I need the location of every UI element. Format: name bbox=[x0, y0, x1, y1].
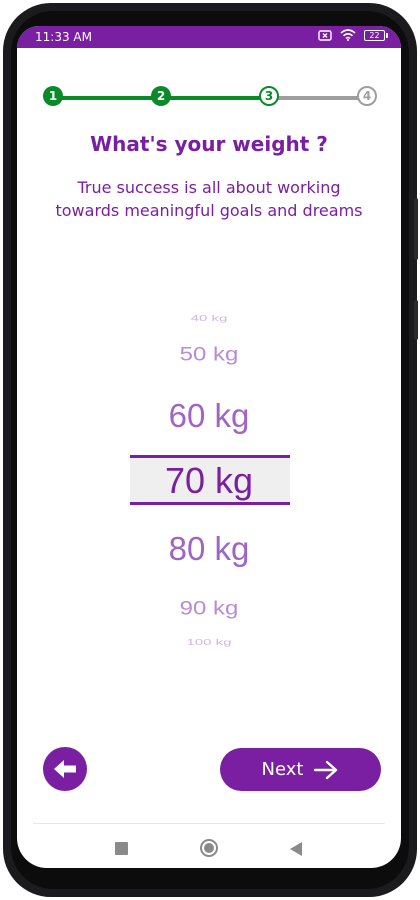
next-button-label: Next bbox=[261, 759, 304, 780]
step-4: 4 bbox=[357, 86, 377, 106]
volume-button bbox=[414, 198, 418, 260]
picker-option-90[interactable]: 90 kg bbox=[17, 597, 401, 622]
back-triangle-icon[interactable] bbox=[289, 841, 303, 857]
picker-option-50[interactable]: 50 kg bbox=[17, 343, 401, 368]
back-button[interactable] bbox=[43, 747, 87, 791]
arrow-left-icon bbox=[54, 760, 76, 778]
next-button[interactable]: Next bbox=[220, 748, 381, 791]
status-bar: 11:33 AM 22 bbox=[17, 26, 401, 48]
nav-divider bbox=[33, 823, 385, 824]
android-nav-bar bbox=[17, 834, 401, 864]
power-button bbox=[414, 300, 418, 340]
arrow-right-icon bbox=[314, 760, 338, 779]
home-circle-icon[interactable] bbox=[200, 839, 218, 857]
picker-option-100[interactable]: 100 kg bbox=[17, 639, 401, 647]
wifi-icon bbox=[340, 29, 356, 41]
recents-square-icon[interactable] bbox=[115, 842, 128, 855]
picker-option-40[interactable]: 40 kg bbox=[17, 315, 401, 323]
step-2: 2 bbox=[151, 86, 171, 106]
close-box-icon bbox=[318, 29, 332, 41]
page-title: What's your weight ? bbox=[90, 132, 328, 156]
step-1: 1 bbox=[43, 86, 63, 106]
picker-option-70-selected[interactable]: 70 kg bbox=[17, 458, 401, 504]
picker-option-80[interactable]: 80 kg bbox=[17, 529, 401, 569]
app-screen: 11:33 AM 22 1 2 3 4 What's your weight ?… bbox=[17, 26, 401, 868]
subtitle-line-1: True success is all about working bbox=[77, 178, 341, 197]
battery-level: 22 bbox=[369, 30, 380, 40]
progress-stepper: 1 2 3 4 bbox=[43, 86, 377, 110]
battery-tip bbox=[386, 32, 388, 38]
picker-option-60[interactable]: 60 kg bbox=[17, 396, 401, 436]
subtitle-line-2: towards meaningful goals and dreams bbox=[55, 201, 363, 220]
page-subtitle: True success is all about working toward… bbox=[29, 176, 389, 222]
step-3: 3 bbox=[259, 86, 279, 106]
step-connector-1-2 bbox=[59, 96, 159, 100]
status-icons: 22 bbox=[318, 29, 388, 41]
battery-icon: 22 bbox=[364, 29, 388, 41]
step-connector-2-3 bbox=[167, 96, 267, 100]
home-circle-inner bbox=[204, 843, 214, 853]
weight-picker[interactable]: 40 kg 50 kg 60 kg 70 kg 80 kg 90 kg 100 … bbox=[17, 312, 401, 652]
status-time: 11:33 AM bbox=[35, 30, 92, 44]
